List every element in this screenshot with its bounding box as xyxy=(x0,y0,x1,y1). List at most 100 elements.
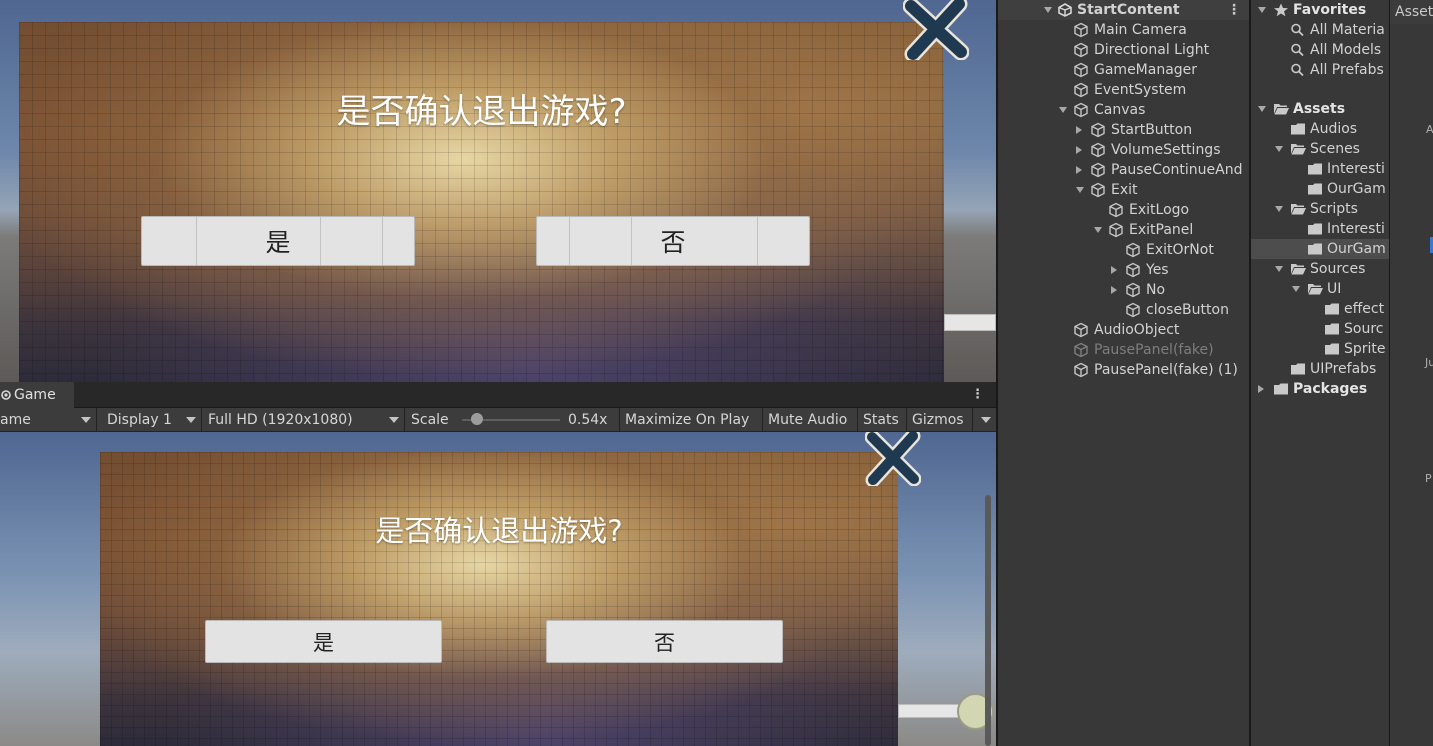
scene-exit-panel: 是否确认退出游戏? 是 否 xyxy=(19,22,944,382)
hierarchy-more-icon[interactable]: ⋮ xyxy=(1227,2,1241,18)
project-item-packages[interactable]: Packages xyxy=(1258,379,1368,399)
folder-open-icon xyxy=(1273,102,1289,116)
display-label: Display 1 xyxy=(107,412,172,428)
folder-icon xyxy=(1307,242,1323,256)
scene-no-button[interactable]: 否 xyxy=(536,216,810,266)
view-mode-dropdown[interactable]: ame xyxy=(0,408,97,432)
scene-root[interactable]: StartContent xyxy=(1044,0,1180,20)
resolution-dropdown[interactable]: Full HD (1920x1080) xyxy=(202,408,405,432)
project-item-all-prefabs[interactable]: All Prefabs xyxy=(1290,60,1384,80)
project-panel: Favorites All Materia All Models All Prefab… xyxy=(1249,0,1389,746)
hierarchy-item-label: PausePanel(fake) (1) xyxy=(1094,362,1238,378)
collapse-arrow-icon[interactable] xyxy=(1111,286,1117,294)
project-item-scenes-ourgame[interactable]: OurGam xyxy=(1307,179,1386,199)
scene-dialog-title: 是否确认退出游戏? xyxy=(336,92,627,132)
collapse-arrow-icon[interactable] xyxy=(1258,385,1264,393)
maximize-on-play-toggle[interactable]: Maximize On Play xyxy=(620,408,763,432)
expand-arrow-icon[interactable] xyxy=(1059,107,1067,113)
gizmos-toggle[interactable]: Gizmos xyxy=(907,408,973,432)
project-item-scripts[interactable]: Scripts xyxy=(1275,199,1358,219)
hierarchy-scene-row[interactable]: StartContent ⋮ xyxy=(998,0,1249,20)
hierarchy-item-volume-settings[interactable]: VolumeSettings xyxy=(1076,140,1221,160)
game-view[interactable]: 是否确认退出游戏? 是 否 xyxy=(0,432,996,746)
scene-close-x-icon[interactable] xyxy=(903,0,969,60)
expand-arrow-icon[interactable] xyxy=(1275,206,1283,212)
game-scrollbar[interactable] xyxy=(985,495,991,746)
hierarchy-item-game-manager[interactable]: GameManager xyxy=(1073,60,1197,80)
folder-open-icon xyxy=(1307,282,1323,296)
expand-arrow-icon[interactable] xyxy=(1258,7,1266,13)
hierarchy-item-label: Canvas xyxy=(1094,102,1146,118)
project-item-label: UI xyxy=(1327,281,1342,297)
project-item-sprite[interactable]: Sprite xyxy=(1324,339,1386,359)
project-item-scenes-interesting[interactable]: Interesti xyxy=(1307,159,1385,179)
project-item-source[interactable]: Sourc xyxy=(1324,319,1383,339)
hierarchy-item-pause-continue[interactable]: PauseContinueAnd xyxy=(1076,160,1243,180)
scene-yes-button[interactable]: 是 xyxy=(141,216,415,266)
gameobject-cube-icon xyxy=(1125,282,1146,298)
hierarchy-item-no[interactable]: No xyxy=(1111,280,1165,300)
collapse-arrow-icon[interactable] xyxy=(1111,266,1117,274)
hierarchy-item-label: ExitOrNot xyxy=(1146,242,1214,258)
expand-arrow-icon[interactable] xyxy=(1076,187,1084,193)
game-yes-button[interactable]: 是 xyxy=(205,620,442,663)
expand-arrow-icon[interactable] xyxy=(1275,266,1283,272)
hierarchy-item-event-system[interactable]: EventSystem xyxy=(1073,80,1186,100)
expand-arrow-icon[interactable] xyxy=(1094,227,1102,233)
project-item-scripts-interesting[interactable]: Interesti xyxy=(1307,219,1385,239)
project-item-favorites[interactable]: Favorites xyxy=(1258,0,1366,20)
hierarchy-item-pause-panel-fake[interactable]: PausePanel(fake) xyxy=(1073,340,1214,360)
gizmos-dropdown[interactable] xyxy=(973,408,996,432)
expand-arrow-icon[interactable] xyxy=(1044,7,1052,13)
project-item-scenes[interactable]: Scenes xyxy=(1275,139,1360,159)
hierarchy-item-exit-logo[interactable]: ExitLogo xyxy=(1108,200,1189,220)
project-item-assets[interactable]: Assets xyxy=(1258,99,1345,119)
hierarchy-panel: StartContent ⋮ Main Camera Directional Li… xyxy=(996,0,1249,746)
gizmos-label: Gizmos xyxy=(912,412,964,428)
hierarchy-item-label: PauseContinueAnd xyxy=(1111,162,1243,178)
hierarchy-item-yes[interactable]: Yes xyxy=(1111,260,1169,280)
project-item-audios[interactable]: Audios xyxy=(1290,119,1357,139)
hierarchy-item-directional-light[interactable]: Directional Light xyxy=(1073,40,1209,60)
expand-arrow-icon[interactable] xyxy=(1275,146,1283,152)
display-dropdown[interactable]: Display 1 xyxy=(97,408,202,432)
game-no-button[interactable]: 否 xyxy=(546,620,783,663)
project-item-label: effect xyxy=(1344,301,1385,317)
hierarchy-item-exit-panel[interactable]: ExitPanel xyxy=(1094,220,1193,240)
hierarchy-item-start-button[interactable]: StartButton xyxy=(1076,120,1192,140)
project-item-ui[interactable]: UI xyxy=(1292,279,1342,299)
hierarchy-item-pause-panel-fake-1[interactable]: PausePanel(fake) (1) xyxy=(1073,360,1238,380)
stats-toggle[interactable]: Stats xyxy=(858,408,907,432)
project-item-label: Packages xyxy=(1293,381,1368,397)
game-close-x-icon[interactable] xyxy=(865,432,921,486)
scale-slider-handle[interactable] xyxy=(471,413,483,425)
project-item-scripts-ourgame[interactable]: OurGam xyxy=(1307,239,1386,259)
hierarchy-item-exit[interactable]: Exit xyxy=(1076,180,1138,200)
game-grid-overlay xyxy=(100,452,898,746)
project-item-effect[interactable]: effect xyxy=(1324,299,1384,319)
expand-arrow-icon[interactable] xyxy=(1292,286,1300,292)
mute-audio-toggle[interactable]: Mute Audio xyxy=(763,408,858,432)
project-item-ui-prefabs[interactable]: UIPrefabs xyxy=(1290,359,1376,379)
expand-arrow-icon[interactable] xyxy=(1258,106,1266,112)
tab-game[interactable]: Game xyxy=(0,382,74,408)
hierarchy-item-main-camera[interactable]: Main Camera xyxy=(1073,20,1187,40)
hierarchy-item-exit-or-not[interactable]: ExitOrNot xyxy=(1125,240,1214,260)
collapse-arrow-icon[interactable] xyxy=(1076,166,1082,174)
button-slice-line xyxy=(196,217,197,265)
chevron-down-icon xyxy=(81,417,91,423)
gameobject-cube-icon xyxy=(1090,142,1111,158)
project-item-all-materials[interactable]: All Materia xyxy=(1290,20,1385,40)
hierarchy-item-audio-object[interactable]: AudioObject xyxy=(1073,320,1179,340)
maximize-on-play-label: Maximize On Play xyxy=(625,412,750,428)
tab-more-icon[interactable]: ⋮ xyxy=(971,387,984,402)
hierarchy-item-canvas[interactable]: Canvas xyxy=(1059,100,1146,120)
scene-view[interactable]: 是否确认退出游戏? 是 否 xyxy=(0,0,996,382)
project-item-label: Interesti xyxy=(1327,221,1385,237)
hierarchy-item-close-button[interactable]: closeButton xyxy=(1125,300,1229,320)
collapse-arrow-icon[interactable] xyxy=(1076,146,1082,154)
collapse-arrow-icon[interactable] xyxy=(1076,126,1082,134)
project-item-all-models[interactable]: All Models xyxy=(1290,40,1381,60)
project-item-sources[interactable]: Sources xyxy=(1275,259,1365,279)
tab-assets[interactable]: Asset xyxy=(1390,0,1433,24)
